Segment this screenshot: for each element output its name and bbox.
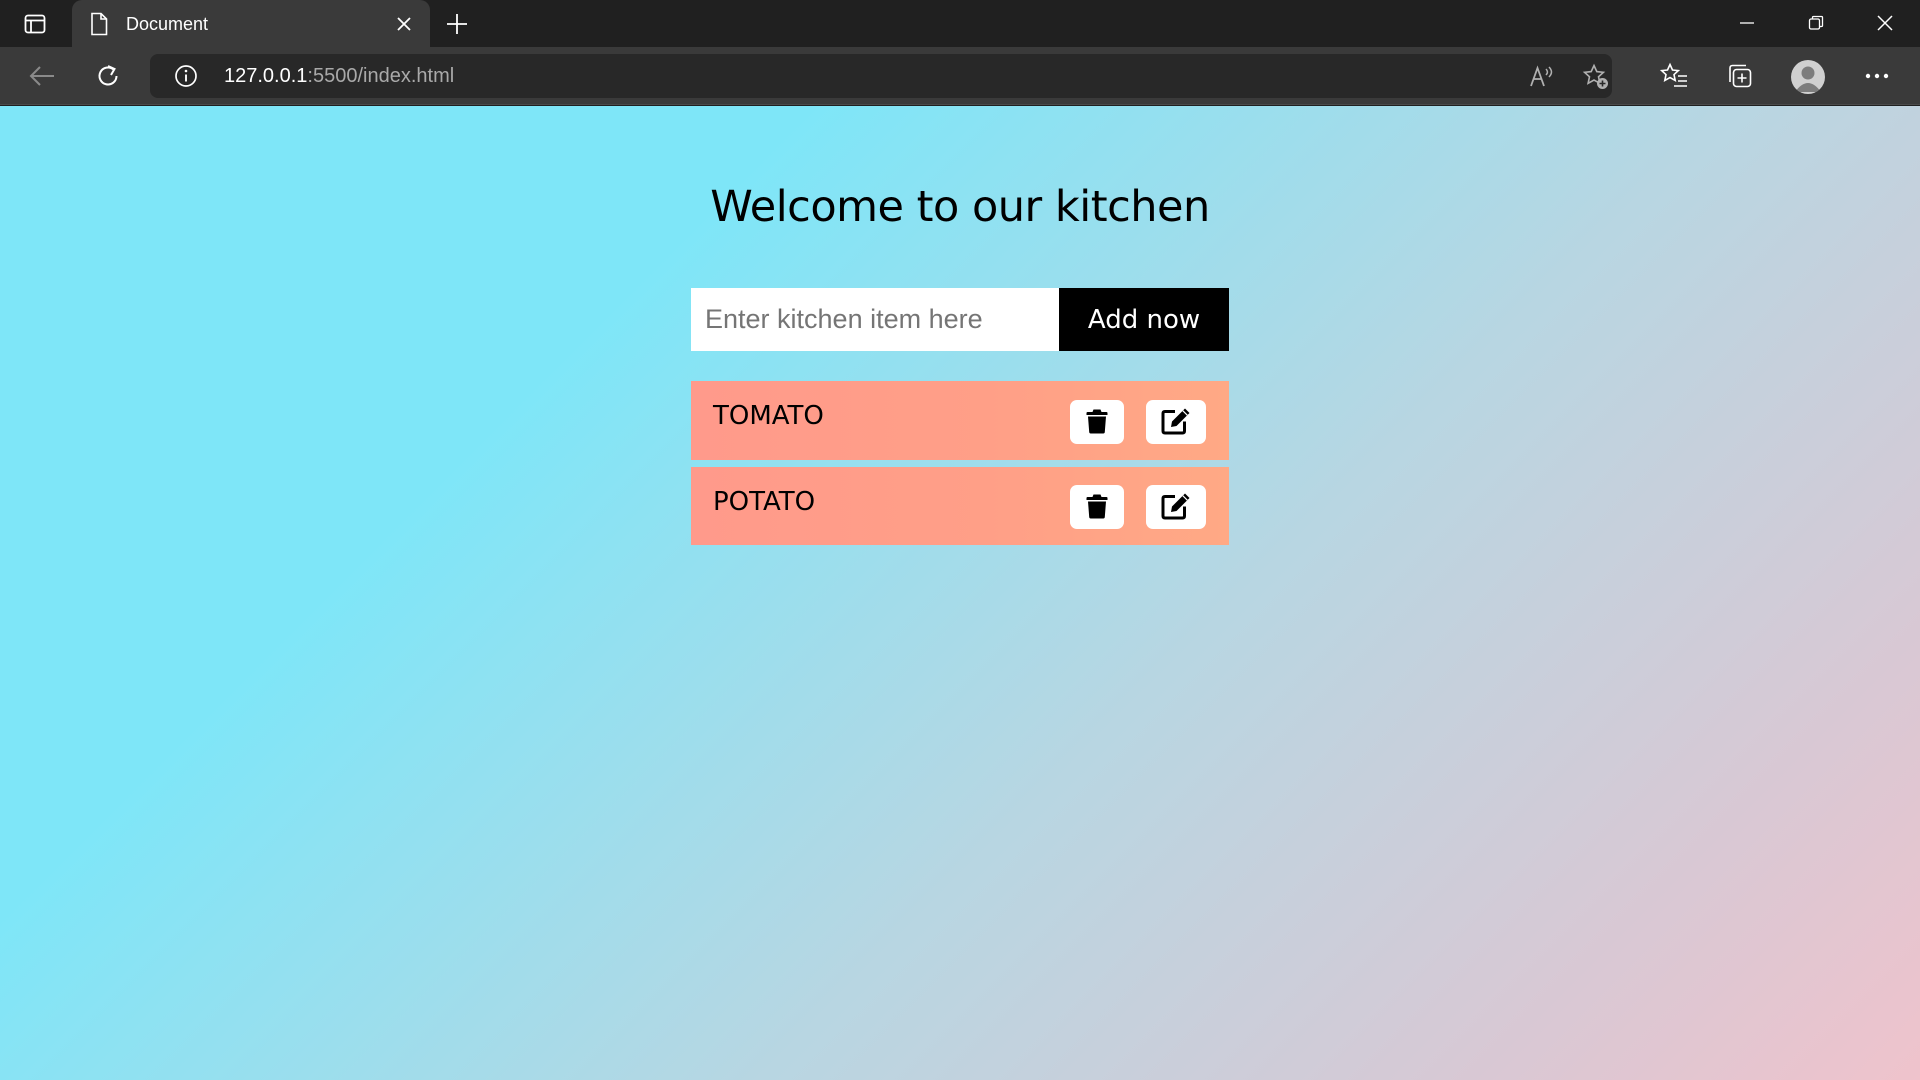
add-favorite-icon[interactable]: [1582, 63, 1610, 91]
add-now-button[interactable]: Add now: [1059, 288, 1229, 351]
edit-button[interactable]: [1146, 485, 1206, 529]
url-text: 127.0.0.1:5500/index.html: [224, 64, 454, 88]
browser-titlebar: Document: [0, 0, 1920, 47]
add-item-form: Add now: [691, 288, 1229, 351]
url-host: 127.0.0.1: [224, 65, 308, 87]
edit-icon: [1161, 492, 1191, 523]
back-icon[interactable]: [24, 59, 60, 93]
edit-button[interactable]: [1146, 400, 1206, 444]
address-bar[interactable]: 127.0.0.1:5500/index.html: [150, 54, 1612, 98]
profile-avatar[interactable]: [1791, 60, 1825, 94]
tab-actions-icon[interactable]: [20, 10, 50, 38]
minimize-icon[interactable]: [1727, 8, 1767, 38]
browser-toolbar: 127.0.0.1:5500/index.html: [0, 47, 1920, 105]
collections-icon[interactable]: [1723, 59, 1757, 93]
delete-button[interactable]: [1070, 400, 1124, 444]
list-item: POTATO: [691, 467, 1229, 545]
new-tab-icon[interactable]: [442, 10, 472, 38]
item-name: POTATO: [713, 487, 816, 517]
close-window-icon[interactable]: [1865, 8, 1905, 38]
page-viewport: Welcome to our kitchen Add now TOMATO PO…: [0, 106, 1920, 1080]
close-tab-icon[interactable]: [392, 12, 416, 36]
more-menu-icon[interactable]: [1860, 59, 1894, 93]
favorites-icon[interactable]: [1657, 59, 1691, 93]
item-name: TOMATO: [713, 401, 824, 431]
document-icon: [88, 12, 110, 36]
refresh-icon[interactable]: [90, 59, 126, 93]
list-item: TOMATO: [691, 381, 1229, 460]
delete-button[interactable]: [1070, 485, 1124, 529]
tab-title: Document: [126, 14, 209, 34]
restore-icon[interactable]: [1796, 8, 1836, 38]
browser-tab[interactable]: Document: [72, 0, 430, 47]
page-title: Welcome to our kitchen: [710, 182, 1210, 232]
kitchen-item-input[interactable]: [691, 288, 1059, 351]
trash-icon: [1086, 493, 1108, 522]
trash-icon: [1086, 408, 1108, 437]
edit-icon: [1161, 407, 1191, 438]
url-path: :5500/index.html: [307, 65, 455, 87]
kitchen-item-list: TOMATO POTATO: [691, 381, 1229, 552]
info-icon[interactable]: [174, 64, 198, 88]
read-aloud-icon[interactable]: [1528, 63, 1556, 91]
